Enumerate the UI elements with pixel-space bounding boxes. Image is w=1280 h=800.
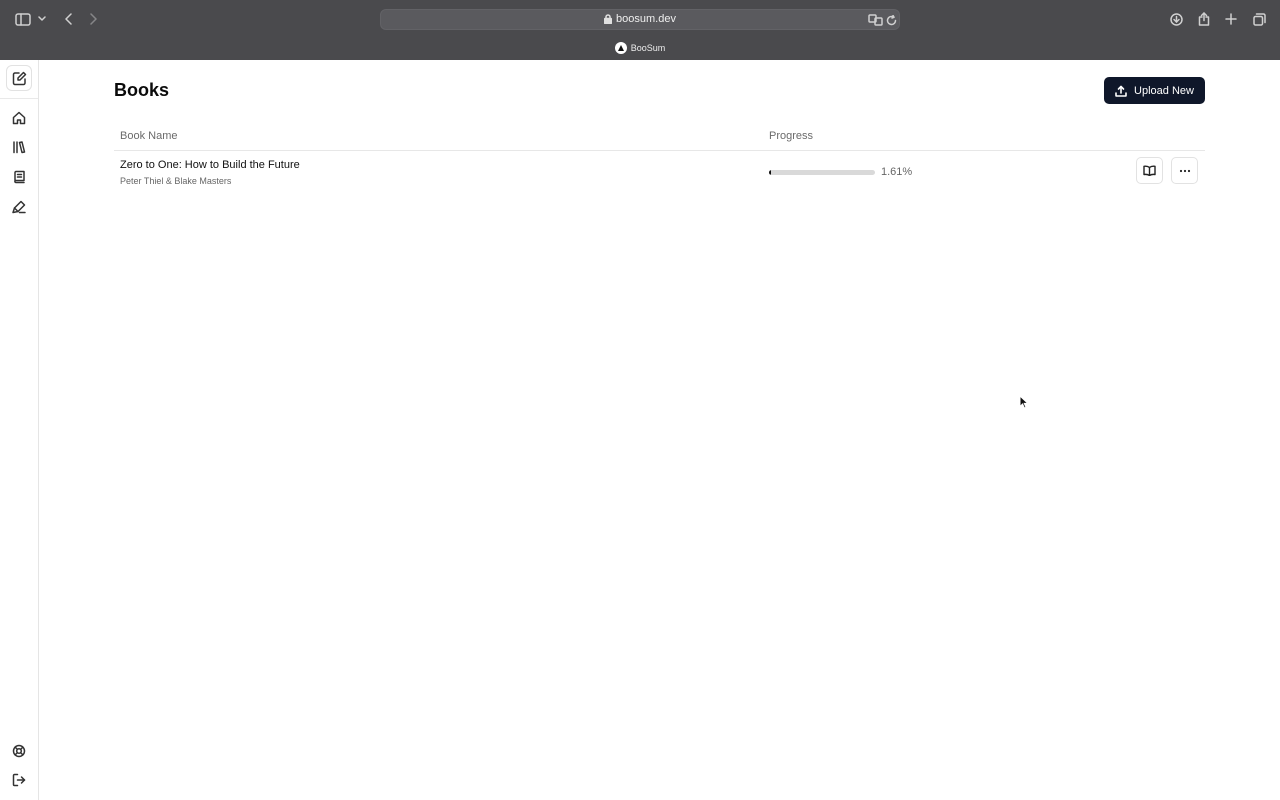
tab-overview-icon[interactable]	[1251, 11, 1267, 27]
lifebuoy-icon	[12, 744, 26, 758]
ellipsis-icon	[1179, 169, 1191, 173]
chevron-down-icon[interactable]	[37, 13, 47, 25]
sidebar-item-logout[interactable]	[6, 767, 32, 793]
translate-icon[interactable]	[867, 13, 883, 27]
column-header-book-name: Book Name	[120, 130, 178, 142]
table-row[interactable]: Zero to One: How to Build the Future Pet…	[114, 152, 1205, 192]
boosum-logo-icon	[614, 42, 627, 54]
sidebar-item-highlights[interactable]	[6, 194, 32, 220]
browser-toolbar: boosum.dev BooSum	[0, 0, 1280, 60]
book-title[interactable]: Zero to One: How to Build the Future	[120, 159, 300, 171]
page-title: Books	[114, 80, 170, 100]
sidebar-divider	[0, 98, 38, 99]
column-header-progress: Progress	[769, 130, 814, 142]
book-icon	[13, 170, 26, 184]
sidebar-item-library[interactable]	[6, 134, 32, 160]
back-icon[interactable]	[61, 11, 75, 27]
read-book-button[interactable]	[1136, 157, 1163, 184]
open-book-icon	[1143, 165, 1156, 176]
sidebar-item-new-note[interactable]	[6, 65, 32, 91]
note-edit-icon	[12, 71, 27, 86]
upload-new-button[interactable]: Upload New	[1104, 77, 1205, 104]
mouse-cursor-icon	[1019, 394, 1030, 414]
download-icon[interactable]	[1168, 11, 1184, 27]
sidebar-item-home[interactable]	[6, 105, 32, 131]
tab-title: BooSum	[630, 43, 666, 53]
more-options-button[interactable]	[1171, 157, 1198, 184]
book-author: Peter Thiel & Blake Masters	[120, 176, 232, 186]
address-bar[interactable]: boosum.dev	[380, 9, 900, 30]
progress-bar	[769, 170, 875, 175]
books-table-header: Book Name Progress	[114, 122, 1205, 151]
browser-tab[interactable]: BooSum	[0, 42, 1280, 54]
new-tab-icon[interactable]	[1223, 11, 1239, 27]
sidebar-item-books[interactable]	[6, 164, 32, 190]
sidebar-item-support[interactable]	[6, 738, 32, 764]
progress-bar-fill	[769, 170, 771, 175]
share-icon[interactable]	[1196, 10, 1212, 27]
url-text: boosum.dev	[616, 13, 676, 25]
upload-icon	[1115, 85, 1134, 97]
home-icon	[12, 111, 26, 125]
sidebar-toggle-icon[interactable]	[14, 11, 32, 27]
lock-icon	[603, 14, 613, 27]
progress-percentage: 1.61%	[881, 166, 913, 178]
forward-icon[interactable]	[87, 11, 101, 27]
library-icon	[12, 140, 26, 154]
app-sidebar	[0, 60, 39, 800]
reload-icon[interactable]	[884, 13, 898, 27]
upload-new-label: Upload New	[1134, 84, 1194, 97]
logout-icon	[12, 773, 26, 787]
highlighter-icon	[12, 200, 26, 214]
